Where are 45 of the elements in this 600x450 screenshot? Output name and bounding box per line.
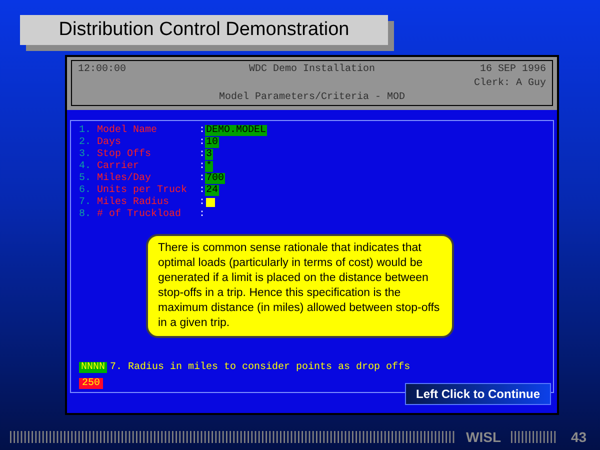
text-cursor[interactable] [206, 198, 215, 206]
slide-title: Distribution Control Demonstration [20, 15, 388, 45]
callout-note: There is common sense rationale that indicates that optimal loads (particularly in terms of cost) would be generated if a limit is placed on the distance between stop-offs in a trip. Hence this specification is the maximum distance (in miles) allowed between stop-offs in a given trip. [146, 234, 454, 338]
time-text: 12:00:00 [78, 64, 126, 74]
colon-mark: : [199, 136, 205, 148]
colon-mark: : [199, 124, 205, 136]
system-name: WDC Demo Installation [248, 64, 376, 74]
clerk-text: Clerk: A Guy [474, 78, 546, 88]
colon-mark: : [199, 196, 205, 208]
barcode-drawing [511, 431, 557, 443]
field-number: 4. [79, 160, 92, 172]
colon-mark: : [199, 172, 205, 184]
field-label: Days [97, 136, 122, 148]
field-label: # of Truckload [97, 208, 182, 220]
colon-mark: : [199, 160, 205, 172]
field-number: 3. [79, 148, 92, 160]
field-label: Model Name [97, 124, 158, 136]
field-number: 2. [79, 136, 92, 148]
field-value[interactable]: 24 [205, 184, 220, 196]
field-value[interactable]: 700 [205, 172, 226, 184]
field-label: Miles/Day [97, 172, 152, 184]
field-label: Units per Truck [97, 184, 188, 196]
field-number: 1. [79, 124, 92, 136]
help-text: 7. Radius in miles to consider points as drop offs [110, 362, 410, 373]
field-value[interactable]: * [205, 160, 214, 172]
field-number: 8. [79, 208, 92, 220]
screen-name: Model Parameters/Criteria - MOD [218, 92, 406, 102]
field-value[interactable]: DEMO.MODEL [205, 124, 268, 136]
colon-mark: : [199, 148, 205, 160]
field-value[interactable]: 3 [205, 148, 214, 160]
field-number: 5. [79, 172, 92, 184]
colon-mark: : [199, 184, 205, 196]
continue-button[interactable]: Left Click to Continue [405, 383, 551, 405]
field-label: Stop Offs [97, 148, 152, 160]
page-number: 43 [571, 429, 587, 445]
date-text: 16 SEP 1996 [480, 64, 546, 74]
field-number: 7. [79, 196, 92, 208]
format-tag: NNNN [79, 362, 108, 373]
field-label: Carrier [97, 160, 140, 172]
default-value: 250 [79, 378, 104, 389]
field-number: 6. [79, 184, 92, 196]
colon-mark: : [199, 208, 205, 220]
field-label: Miles Radius [97, 196, 170, 208]
brand-text: WISL [466, 429, 501, 445]
field-value[interactable]: 10 [205, 136, 220, 148]
